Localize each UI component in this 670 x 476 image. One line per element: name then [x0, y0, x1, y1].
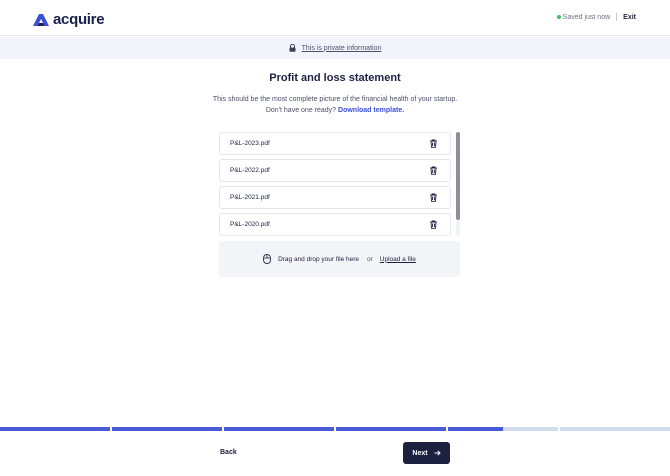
download-template-link[interactable]: Download template. [338, 107, 404, 114]
mouse-icon [263, 254, 271, 264]
progress-segment-fill [448, 427, 503, 431]
file-row: P&L-2020.pdf [219, 213, 451, 236]
file-row: P&L-2021.pdf [219, 186, 451, 209]
privacy-link[interactable]: This is private information [302, 45, 382, 52]
privacy-banner: This is private information [0, 37, 670, 59]
brand-name: acquire [53, 11, 105, 28]
progress-segment-fill [224, 427, 334, 431]
uploaded-files-list[interactable]: P&L-2023.pdf P&L-2022.pdf P&L-2021.pdf P… [219, 132, 460, 236]
status-divider [616, 13, 618, 21]
next-button[interactable]: Next [403, 442, 450, 464]
trash-icon[interactable] [429, 166, 438, 175]
page-title: Profit and loss statement [269, 72, 401, 84]
subtitle-line-2: Don't have one ready? Download template. [0, 105, 670, 116]
saved-status-dot [556, 15, 561, 19]
progress-segment-fill [336, 427, 446, 431]
file-row: P&L-2022.pdf [219, 159, 451, 182]
page-subtitle: This should be the most complete picture… [0, 94, 670, 116]
progress-segment-fill [0, 427, 110, 431]
arrow-right-icon [434, 450, 441, 456]
progress-segment-fill [112, 427, 222, 431]
next-button-label: Next [412, 449, 428, 457]
file-name: P&L-2022.pdf [230, 167, 270, 174]
progress-segment [560, 427, 670, 431]
scrollbar-thumb[interactable] [456, 132, 460, 220]
drag-drop-text: Drag and drop your file here [278, 255, 359, 263]
file-name: P&L-2021.pdf [230, 194, 270, 201]
subtitle-question: Don't have one ready? [265, 107, 337, 114]
file-dropzone[interactable]: Drag and drop your file here or Upload a… [219, 241, 460, 277]
upload-file-link[interactable]: Upload a file [380, 256, 416, 263]
trash-icon[interactable] [429, 193, 438, 202]
trash-icon[interactable] [429, 139, 438, 148]
file-row: P&L-2023.pdf [219, 132, 451, 155]
or-text: or [367, 255, 373, 263]
subtitle-line-1: This should be the most complete picture… [212, 96, 458, 103]
file-name: P&L-2023.pdf [230, 140, 270, 147]
lock-icon [289, 44, 296, 52]
acquire-logo-icon [33, 13, 49, 26]
file-name: P&L-2020.pdf [230, 221, 270, 228]
step-progress-bar [0, 427, 670, 431]
exit-button[interactable]: Exit [623, 14, 636, 21]
save-status: Saved just now Exit [556, 13, 636, 21]
files-scrollbar[interactable] [456, 132, 460, 236]
top-bar: acquire Saved just now Exit [0, 0, 670, 36]
saved-status-text: Saved just now [562, 13, 611, 21]
trash-icon[interactable] [429, 220, 438, 229]
acquire-logo[interactable]: acquire [33, 11, 105, 28]
back-button[interactable]: Back [220, 449, 237, 456]
